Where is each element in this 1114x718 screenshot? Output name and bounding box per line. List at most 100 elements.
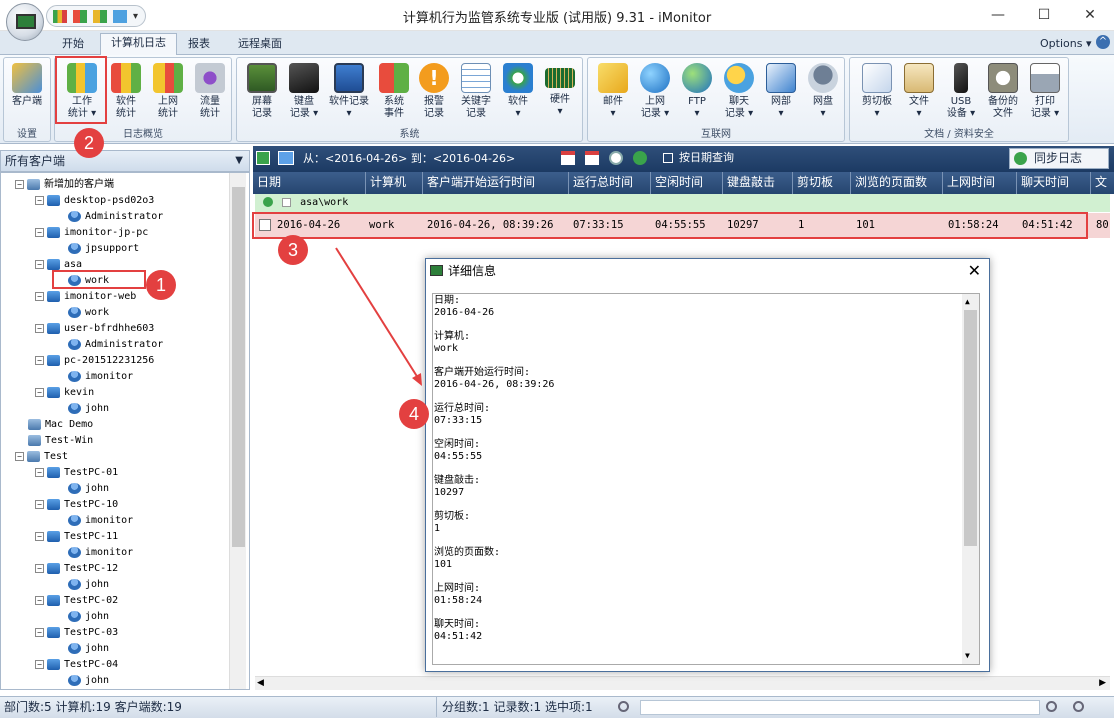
- tree-node[interactable]: john: [68, 401, 109, 417]
- column-header[interactable]: 聊天时间: [1017, 172, 1091, 194]
- grid-horizontal-scrollbar[interactable]: ◀ ▶: [255, 676, 1110, 690]
- tree-node[interactable]: − pc-201512231256: [35, 353, 154, 369]
- zoom-in-icon[interactable]: [1073, 701, 1084, 712]
- tree-expander-icon[interactable]: −: [35, 627, 44, 637]
- tab-remote-desktop[interactable]: 远程桌面: [228, 35, 292, 55]
- tree-expander-icon[interactable]: −: [35, 323, 44, 333]
- column-header[interactable]: 文: [1091, 172, 1114, 194]
- scroll-left-icon[interactable]: ◀: [257, 678, 264, 688]
- tree-expander-icon[interactable]: −: [35, 259, 44, 269]
- tab-computer-log[interactable]: 计算机日志: [100, 33, 177, 56]
- column-header[interactable]: 空闲时间: [651, 172, 723, 194]
- column-header[interactable]: 计算机: [366, 172, 423, 194]
- tree-node[interactable]: Mac Demo: [28, 417, 93, 433]
- tree-expander-icon[interactable]: −: [35, 467, 44, 477]
- tree-node[interactable]: − user-bfrdhhe603: [35, 321, 154, 337]
- tree-node[interactable]: − 新增加的客户端: [15, 177, 114, 193]
- excel-export-icon[interactable]: [256, 151, 270, 165]
- tree-expander-icon[interactable]: −: [35, 563, 44, 573]
- tree-node[interactable]: imonitor: [68, 545, 133, 561]
- tree-node[interactable]: imonitor: [68, 369, 133, 385]
- scroll-down-icon[interactable]: ▼: [965, 650, 970, 662]
- tree-expander-icon[interactable]: −: [35, 499, 44, 509]
- maximize-button[interactable]: ☐: [1021, 0, 1067, 31]
- minimize-button[interactable]: —: [975, 0, 1021, 31]
- tree-node[interactable]: − kevin: [35, 385, 94, 401]
- tree-expander-icon[interactable]: −: [35, 659, 44, 669]
- client-button[interactable]: 客户端: [6, 61, 48, 129]
- tree-node[interactable]: − Test: [15, 449, 68, 465]
- tree-node[interactable]: imonitor: [68, 513, 133, 529]
- tree-node[interactable]: john: [68, 673, 109, 689]
- tree-expander-icon[interactable]: −: [35, 387, 44, 397]
- chevron-down-icon[interactable]: ▼: [235, 151, 243, 171]
- detail-textarea[interactable]: 日期: 2016-04-26 计算机: work 客户端开始运行时间: 2016-04-2…: [432, 293, 980, 665]
- column-header[interactable]: 剪切板: [793, 172, 851, 194]
- tree-node[interactable]: john: [68, 481, 109, 497]
- tree-expander-icon[interactable]: −: [35, 195, 44, 205]
- date-range[interactable]: 从：<2016-04-26> 到：<2016-04-26>: [303, 147, 515, 171]
- tree-node[interactable]: − TestPC-11: [35, 529, 118, 545]
- dialog-title-bar[interactable]: 详细信息 ✕: [426, 259, 989, 285]
- group-checkbox[interactable]: [282, 197, 292, 207]
- group-row[interactable]: asa\work: [255, 194, 1110, 212]
- client-panel-header[interactable]: 所有客户端 ▼: [0, 150, 250, 172]
- software-stats-button[interactable]: 软件 统计: [105, 61, 147, 129]
- options-menu[interactable]: Options ▾: [1030, 35, 1101, 55]
- tree-node[interactable]: − TestPC-10: [35, 497, 118, 513]
- chat-record-button[interactable]: 聊天 记录 ▾: [718, 61, 760, 129]
- tree-node[interactable]: − TestPC-12: [35, 561, 118, 577]
- sync-log-button[interactable]: 同步日志: [1009, 148, 1109, 169]
- tree-node[interactable]: − TestPC-02: [35, 593, 118, 609]
- calendar-icon[interactable]: [561, 151, 575, 165]
- scroll-right-icon[interactable]: ▶: [1099, 678, 1106, 688]
- clipboard-button[interactable]: 剪切板 ▾: [856, 61, 898, 129]
- hardware-button[interactable]: 硬件 ▾: [539, 61, 581, 129]
- software-button[interactable]: 软件 ▾: [497, 61, 539, 129]
- tab-start[interactable]: 开始: [52, 35, 94, 55]
- tree-scrollbar[interactable]: [229, 173, 246, 689]
- print-record-button[interactable]: 打印 记录 ▾: [1024, 61, 1066, 129]
- refresh-view-icon[interactable]: [278, 151, 294, 165]
- keyboard-record-button[interactable]: 键盘 记录 ▾: [283, 61, 325, 129]
- status-search-input[interactable]: [640, 700, 1040, 715]
- tree-node[interactable]: jpsupport: [68, 241, 139, 257]
- web-record-button[interactable]: 上网 记录 ▾: [634, 61, 676, 129]
- tree-node[interactable]: work: [68, 305, 109, 321]
- email-button[interactable]: 邮件 ▾: [592, 61, 634, 129]
- clock-icon[interactable]: [609, 151, 623, 165]
- dialog-close-icon[interactable]: ✕: [968, 259, 981, 283]
- by-date-checkbox[interactable]: [663, 153, 673, 163]
- app-logo-icon[interactable]: [6, 3, 44, 41]
- tree-expander-icon[interactable]: −: [35, 291, 44, 301]
- cloud-disk-button[interactable]: 网盘 ▾: [802, 61, 844, 129]
- traffic-stats-button[interactable]: 流量 统计: [189, 61, 231, 129]
- collapse-icon[interactable]: [263, 197, 273, 207]
- usb-device-button[interactable]: USB 设备 ▾: [940, 61, 982, 129]
- tree-expander-icon[interactable]: −: [15, 179, 24, 189]
- alarm-record-button[interactable]: ! 报警 记录: [413, 61, 455, 129]
- column-header[interactable]: 浏览的页面数: [851, 172, 943, 194]
- keyword-record-button[interactable]: 关键字 记录: [455, 61, 497, 129]
- tree-node[interactable]: − TestPC-03: [35, 625, 118, 641]
- backup-files-button[interactable]: 备份的 文件: [982, 61, 1024, 129]
- system-events-button[interactable]: 系统 事件: [373, 61, 415, 129]
- calendar-range-icon[interactable]: [585, 151, 599, 165]
- tree-expander-icon[interactable]: −: [35, 595, 44, 605]
- tab-reports[interactable]: 报表: [178, 35, 220, 55]
- zoom-out-icon[interactable]: [1046, 701, 1057, 712]
- tree-node[interactable]: Test-Win: [28, 433, 93, 449]
- tree-expander-icon[interactable]: −: [35, 227, 44, 237]
- scroll-thumb[interactable]: [232, 187, 245, 547]
- column-header[interactable]: 上网时间: [943, 172, 1017, 194]
- scroll-thumb[interactable]: [964, 310, 977, 546]
- file-button[interactable]: 文件 ▾: [898, 61, 940, 129]
- column-header[interactable]: 键盘敲击: [723, 172, 793, 194]
- column-header[interactable]: 运行总时间: [569, 172, 651, 194]
- web-stats-button[interactable]: 上网 统计: [147, 61, 189, 129]
- play-icon[interactable]: [633, 151, 647, 165]
- tree-expander-icon[interactable]: −: [35, 531, 44, 541]
- close-button[interactable]: ✕: [1067, 0, 1113, 31]
- tree-node[interactable]: − TestPC-04: [35, 657, 118, 673]
- tree-node[interactable]: − imonitor-web: [35, 289, 136, 305]
